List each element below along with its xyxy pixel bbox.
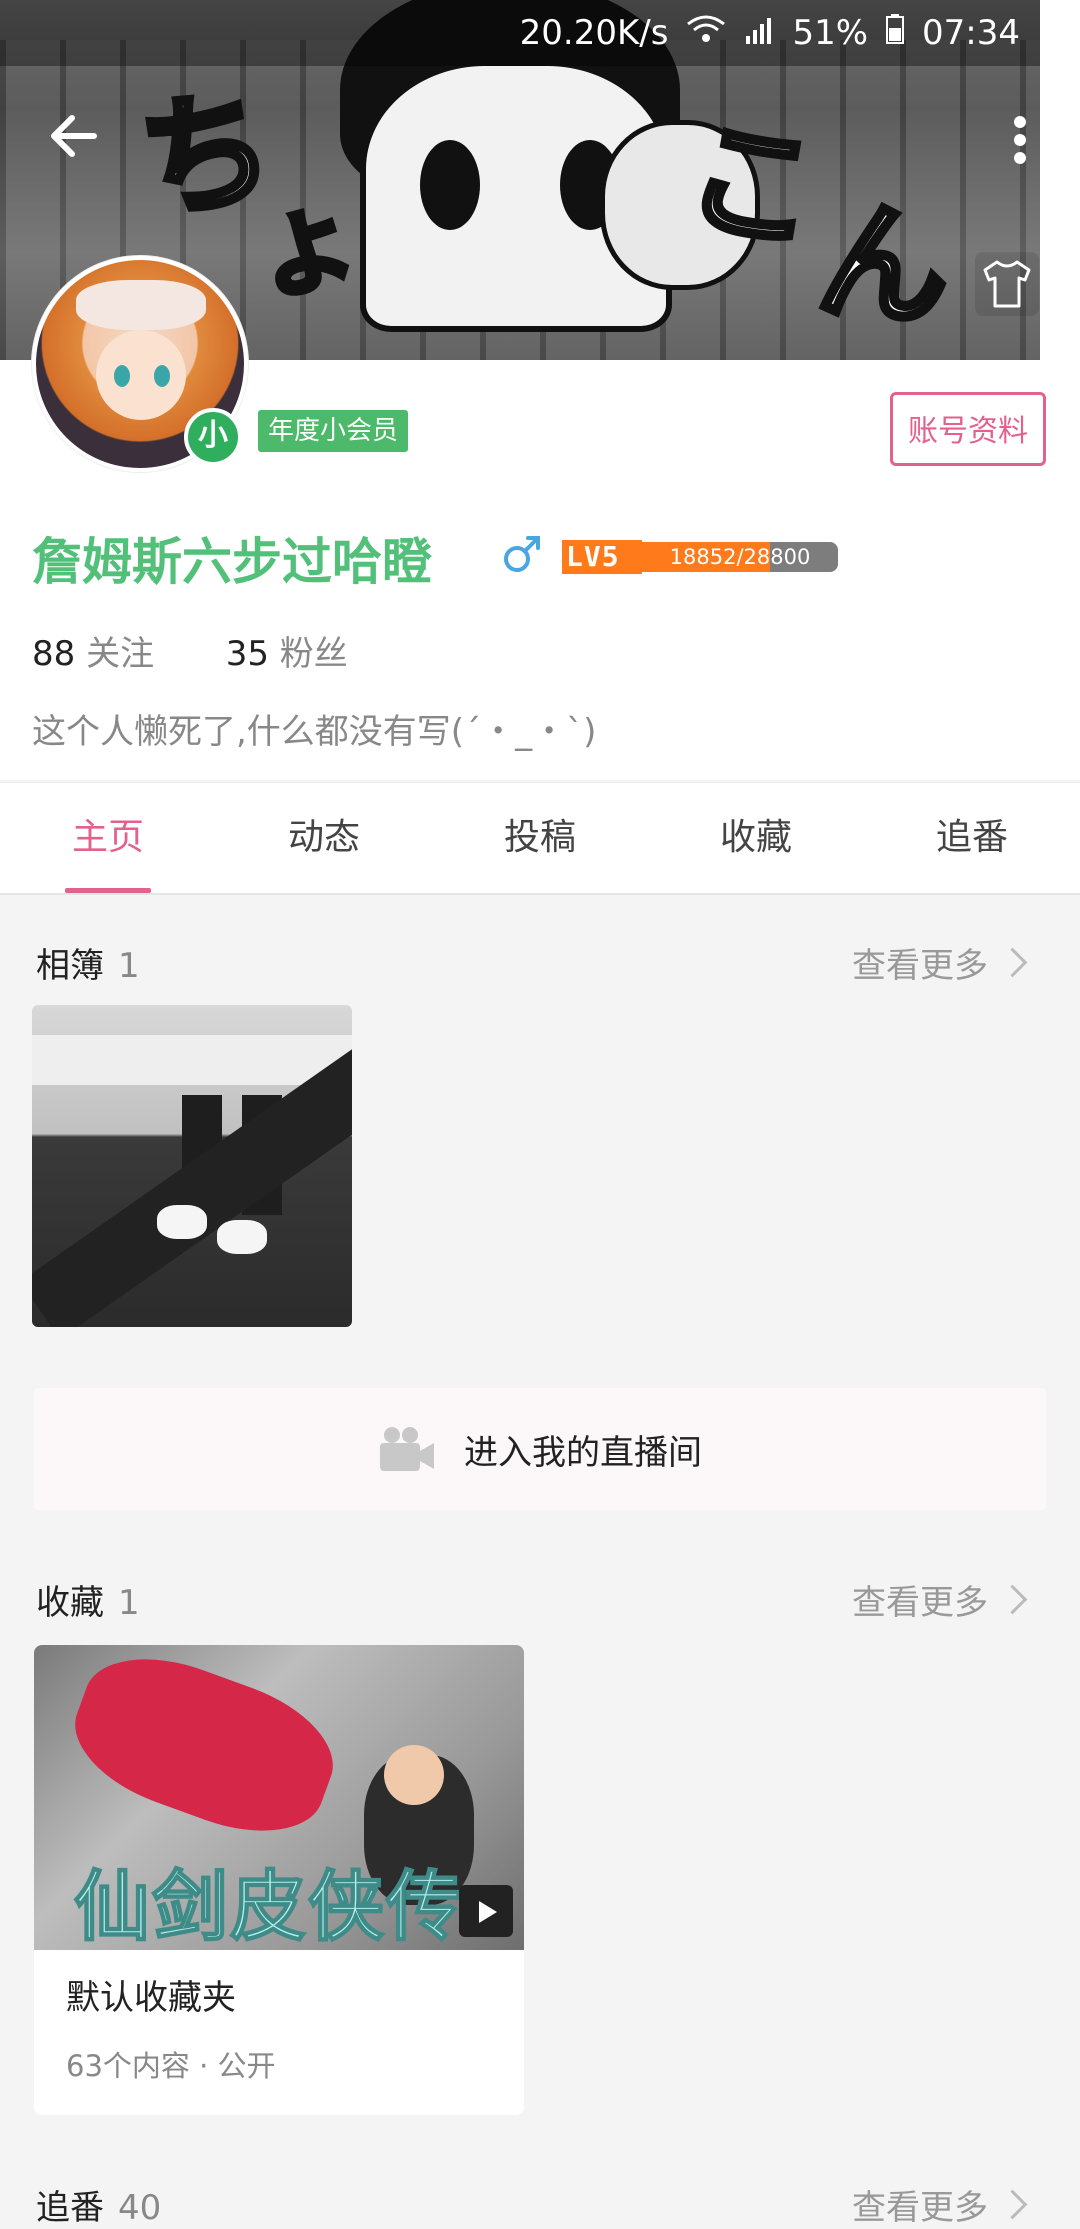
cover-face xyxy=(384,1745,444,1805)
vip-tag[interactable]: 年度小会员 xyxy=(258,410,409,452)
favorite-folder-cover: 仙剑皮侠传 xyxy=(34,1645,524,1950)
cover-red-shape xyxy=(57,1645,351,1856)
status-bar: 20.20K/s 51% 07:34 xyxy=(0,0,1040,66)
battery-percent: 51% xyxy=(792,13,869,53)
male-gender-icon xyxy=(502,534,542,574)
bangumi-count: 40 xyxy=(118,2188,162,2228)
live-room-label: 进入我的直播间 xyxy=(464,1432,702,1473)
profile-tabs: 主页 动态 投稿 收藏 追番 xyxy=(0,782,1080,895)
favorites-title: 收藏 xyxy=(36,1583,104,1623)
avatar-face xyxy=(96,330,186,420)
account-info-button[interactable]: 账号资料 xyxy=(890,392,1046,466)
bangumi-section-header: 追番 40 xyxy=(36,2180,161,2229)
level-badge: LV5 xyxy=(562,540,642,574)
avatar-bow xyxy=(76,280,206,330)
album-section-header: 相簿 1 xyxy=(36,938,140,987)
network-speed: 20.20K/s xyxy=(519,13,669,53)
avatar-eye xyxy=(154,365,170,387)
album-title: 相簿 xyxy=(36,946,104,986)
chevron-right-icon xyxy=(997,2189,1028,2220)
bangumi-title: 追番 xyxy=(36,2188,104,2228)
live-room-button[interactable]: 进入我的直播间 xyxy=(34,1388,1046,1510)
video-camera-icon xyxy=(378,1425,436,1473)
chevron-right-icon xyxy=(997,947,1028,978)
favorite-folder-card[interactable]: 仙剑皮侠传 默认收藏夹 63个内容 · 公开 xyxy=(34,1645,524,2115)
photo-treadmill-rail xyxy=(32,1035,352,1085)
wifi-icon xyxy=(686,13,726,53)
fans-count[interactable]: 35 xyxy=(226,634,269,674)
tab-home[interactable]: 主页 xyxy=(0,783,216,893)
bangumi-more-label: 查看更多 xyxy=(852,2188,988,2228)
album-count: 1 xyxy=(118,946,140,986)
banner-character-eye xyxy=(420,140,480,230)
tab-submissions[interactable]: 投稿 xyxy=(432,783,648,893)
following-count[interactable]: 88 xyxy=(32,634,75,674)
follow-stats: 88 关注 35 粉丝 xyxy=(32,626,348,675)
member-badge: 小 xyxy=(184,408,242,466)
favorite-folder-subtitle: 63个内容 · 公开 xyxy=(66,2049,276,2083)
username: 詹姆斯六步过哈瞪 xyxy=(32,533,432,591)
fans-label[interactable]: 粉丝 xyxy=(280,634,348,674)
banner-text: ん xyxy=(810,180,959,350)
level-progress-text: 18852/28800 xyxy=(669,545,811,569)
album-more-link[interactable]: 查看更多 xyxy=(852,938,1028,987)
signal-icon xyxy=(744,13,774,53)
photo-shoe xyxy=(157,1205,207,1239)
cover-caption: 仙剑皮侠传 xyxy=(73,1861,464,1950)
chevron-right-icon xyxy=(997,1584,1028,1615)
level-progress-bar: 18852/28800 xyxy=(642,542,838,572)
favorites-count: 1 xyxy=(118,1583,140,1623)
photo-shoe xyxy=(217,1220,267,1254)
following-label[interactable]: 关注 xyxy=(86,634,154,674)
banner-edge xyxy=(1040,0,1080,360)
more-options-icon[interactable] xyxy=(1000,110,1040,170)
battery-icon xyxy=(886,13,905,53)
bio: 这个人懒死了,什么都没有写(´・_・`) xyxy=(32,712,597,752)
level-indicator: LV5 18852/28800 xyxy=(562,540,838,574)
tshirt-icon[interactable] xyxy=(975,252,1039,316)
tab-bangumi[interactable]: 追番 xyxy=(864,783,1080,893)
avatar-eye xyxy=(114,365,130,387)
tab-dynamics[interactable]: 动态 xyxy=(216,783,432,893)
tab-favorites[interactable]: 收藏 xyxy=(648,783,864,893)
favorites-more-label: 查看更多 xyxy=(852,1583,988,1623)
album-more-label: 查看更多 xyxy=(852,946,988,986)
clock: 07:34 xyxy=(922,13,1020,53)
album-photo[interactable] xyxy=(32,1005,352,1327)
favorites-section-header: 收藏 1 xyxy=(36,1575,140,1624)
favorites-more-link[interactable]: 查看更多 xyxy=(852,1575,1028,1624)
bangumi-more-link[interactable]: 查看更多 xyxy=(852,2180,1028,2229)
favorite-folder-title: 默认收藏夹 xyxy=(66,1978,236,2018)
back-arrow-icon[interactable] xyxy=(44,108,108,164)
video-play-icon xyxy=(459,1885,513,1937)
